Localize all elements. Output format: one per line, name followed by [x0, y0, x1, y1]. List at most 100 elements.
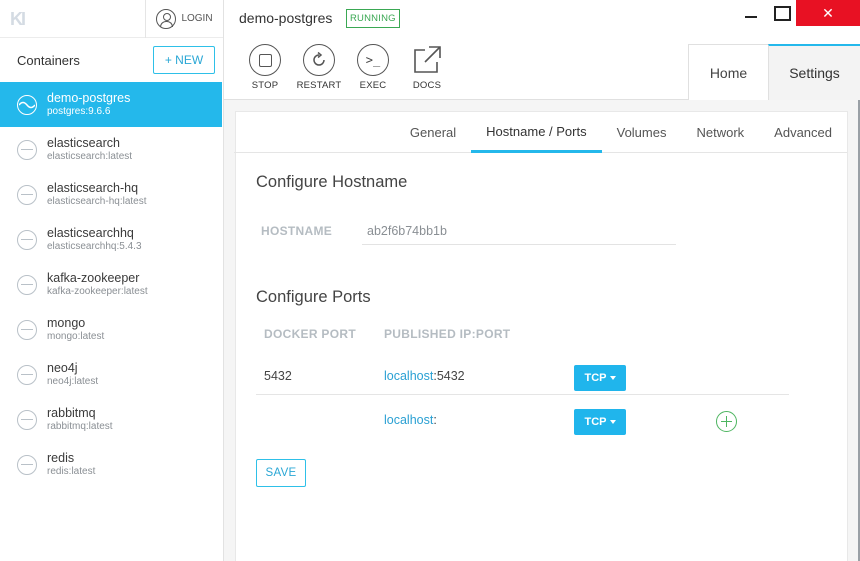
- stop-label: STOP: [251, 80, 279, 91]
- running-state-icon: [17, 94, 37, 115]
- docker-port-header: DOCKER PORT: [264, 327, 356, 341]
- published-host: localhost: [384, 413, 434, 427]
- terminal-icon: >_: [357, 44, 389, 76]
- view-tabs: Home Settings: [688, 44, 860, 100]
- container-item-rabbitmq[interactable]: rabbitmq rabbitmq:latest: [0, 397, 223, 442]
- sidebar-topbar: KI LOGIN: [0, 0, 223, 38]
- stopped-state-icon: [17, 409, 37, 430]
- subtab-hostname-ports[interactable]: Hostname / Ports: [471, 112, 602, 153]
- container-image: elasticsearch:latest: [47, 151, 133, 162]
- container-image: redis:latest: [47, 466, 96, 477]
- add-port-icon[interactable]: [716, 411, 737, 432]
- window-controls: ✕: [736, 0, 860, 26]
- close-button[interactable]: ✕: [796, 0, 860, 26]
- external-link-icon: [411, 44, 443, 76]
- container-item-mongo[interactable]: mongo mongo:latest: [0, 307, 223, 352]
- container-item-demo-postgres[interactable]: demo-postgres postgres:9.6.6: [0, 82, 222, 127]
- tab-settings[interactable]: Settings: [768, 44, 860, 100]
- published-port-header: PUBLISHED IP:PORT: [384, 327, 511, 341]
- container-image: mongo:latest: [47, 331, 105, 342]
- restart-label: RESTART: [296, 80, 342, 91]
- container-image: rabbitmq:latest: [47, 421, 113, 432]
- published-port: 5432: [436, 369, 465, 383]
- docs-button[interactable]: DOCS: [400, 44, 454, 91]
- container-name: rabbitmq: [47, 406, 96, 420]
- caret-down-icon: [609, 420, 616, 424]
- container-name: demo-postgres: [47, 91, 131, 105]
- subtab-volumes[interactable]: Volumes: [602, 112, 682, 153]
- container-item-neo4j[interactable]: neo4j neo4j:latest: [0, 352, 223, 397]
- exec-button[interactable]: >_ EXEC: [346, 44, 400, 91]
- hostname-input[interactable]: ab2f6b74bb1b: [362, 216, 676, 245]
- stopped-state-icon: [17, 184, 37, 205]
- sidebar: KI LOGIN Containers + NEW demo-postgres …: [0, 0, 224, 561]
- port-row-new: localhost: TCP: [256, 401, 789, 439]
- container-name: redis: [47, 451, 75, 465]
- hostname-section-title: Configure Hostname: [256, 173, 408, 191]
- container-image: elasticsearchhq:5.4.3: [47, 241, 142, 252]
- protocol-dropdown[interactable]: TCP: [574, 409, 626, 435]
- protocol-dropdown[interactable]: TCP: [574, 365, 626, 391]
- protocol-label: TCP: [584, 416, 607, 428]
- kitematic-logo: KI: [10, 8, 26, 29]
- subtab-network[interactable]: Network: [681, 112, 759, 153]
- docs-label: DOCS: [412, 80, 442, 91]
- published-separator: :: [433, 413, 437, 427]
- port-row: 5432 localhost:5432 TCP: [256, 357, 789, 395]
- container-image: elasticsearch-hq:latest: [47, 196, 147, 207]
- container-header: demo-postgres RUNNING ✕ STOP RESTART >_ …: [224, 0, 860, 100]
- stop-button[interactable]: STOP: [238, 44, 292, 91]
- stopped-state-icon: [17, 139, 37, 160]
- new-container-button[interactable]: + NEW: [153, 46, 215, 74]
- container-item-kafka-zookeeper[interactable]: kafka-zookeeper kafka-zookeeper:latest: [0, 262, 223, 307]
- container-name: neo4j: [47, 361, 78, 375]
- hostname-label: HOSTNAME: [261, 224, 333, 238]
- settings-subtabs: General Hostname / Ports Volumes Network…: [234, 112, 847, 153]
- containers-title: Containers: [17, 52, 80, 68]
- stopped-state-icon: [17, 229, 37, 250]
- stopped-state-icon: [17, 364, 37, 385]
- container-item-elasticsearchhq[interactable]: elasticsearchhq elasticsearchhq:5.4.3: [0, 217, 223, 262]
- published-port-input[interactable]: localhost:5432: [384, 369, 465, 383]
- restart-icon: [303, 44, 335, 76]
- save-button[interactable]: SAVE: [256, 459, 306, 487]
- stopped-state-icon: [17, 319, 37, 340]
- container-item-elasticsearch-hq[interactable]: elasticsearch-hq elasticsearch-hq:latest: [0, 172, 223, 217]
- restart-button[interactable]: RESTART: [292, 44, 346, 91]
- container-name: elasticsearchhq: [47, 226, 134, 240]
- container-item-redis[interactable]: redis redis:latest: [0, 442, 223, 487]
- maximize-button[interactable]: [766, 0, 796, 26]
- container-name: elasticsearch-hq: [47, 181, 139, 195]
- stopped-state-icon: [17, 454, 37, 475]
- user-icon: [156, 8, 177, 29]
- container-name: kafka-zookeeper: [47, 271, 140, 285]
- stopped-state-icon: [17, 274, 37, 295]
- protocol-label: TCP: [584, 372, 607, 384]
- close-icon: ✕: [822, 4, 834, 21]
- settings-panel: General Hostname / Ports Volumes Network…: [234, 111, 848, 561]
- container-image: kafka-zookeeper:latest: [47, 286, 148, 297]
- minimize-button[interactable]: [736, 0, 766, 26]
- login-label: LOGIN: [181, 13, 213, 24]
- tab-home[interactable]: Home: [688, 44, 768, 100]
- container-title: demo-postgres: [239, 10, 333, 26]
- settings-content: General Hostname / Ports Volumes Network…: [224, 100, 860, 561]
- container-name: mongo: [47, 316, 86, 330]
- container-image: neo4j:latest: [47, 376, 99, 387]
- stop-icon: [249, 44, 281, 76]
- containers-header: Containers + NEW: [0, 38, 223, 82]
- docker-port-value: 5432: [264, 369, 292, 383]
- published-port-input[interactable]: localhost:: [384, 413, 437, 427]
- container-actions: STOP RESTART >_ EXEC DOCS: [238, 44, 454, 91]
- subtab-advanced[interactable]: Advanced: [759, 112, 847, 153]
- status-badge: RUNNING: [346, 9, 400, 28]
- exec-label: EXEC: [359, 80, 387, 91]
- ports-section-title: Configure Ports: [256, 288, 371, 306]
- container-item-elasticsearch[interactable]: elasticsearch elasticsearch:latest: [0, 127, 223, 172]
- subtab-general[interactable]: General: [395, 112, 471, 153]
- container-list: demo-postgres postgres:9.6.6 elasticsear…: [0, 82, 223, 487]
- container-image: postgres:9.6.6: [47, 106, 111, 117]
- login-button[interactable]: LOGIN: [145, 0, 223, 38]
- published-host: localhost: [384, 369, 434, 383]
- caret-down-icon: [609, 376, 616, 380]
